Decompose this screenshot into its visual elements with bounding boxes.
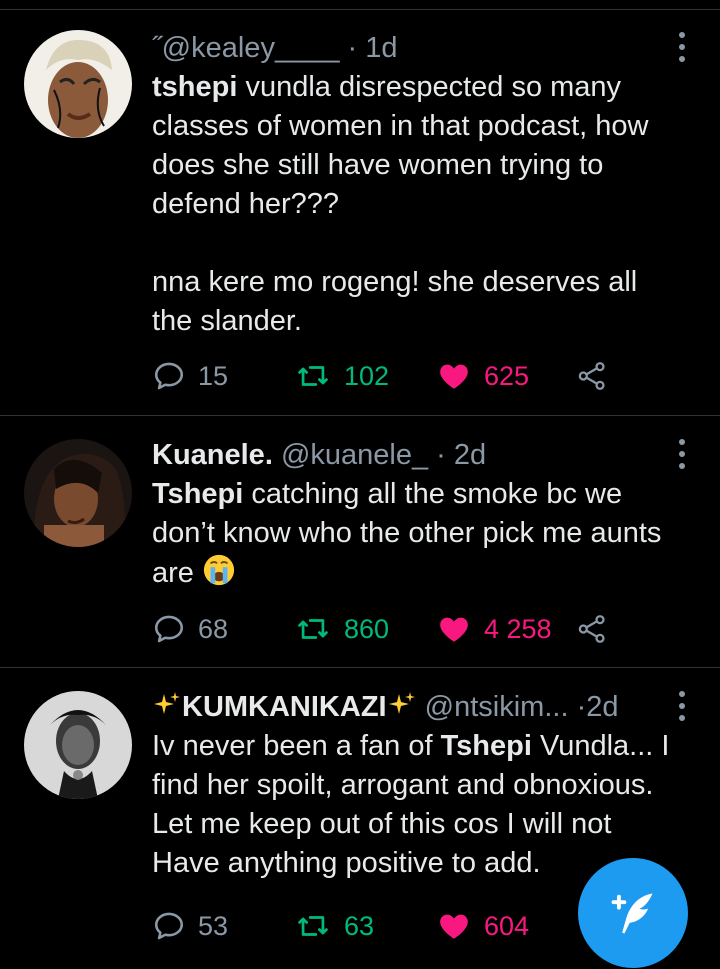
like-button[interactable]: 604 [436, 906, 529, 946]
tweet-text: Tshepi catching all the smoke bc we don’… [152, 475, 676, 593]
retweet-icon [298, 366, 328, 386]
user-handle[interactable]: @kealey____ [162, 32, 340, 64]
separator: · [576, 691, 587, 723]
sparkles-emoji [154, 692, 180, 714]
reply-count: 68 [198, 613, 229, 644]
timestamp[interactable]: 2d [454, 439, 486, 471]
like-count: 604 [484, 910, 530, 941]
sparkles-emoji [388, 692, 415, 714]
share-icon [578, 615, 605, 643]
tweet-1[interactable]: ˝@kealey____ · 1d tshepi vundla disrespe… [0, 10, 720, 416]
retweet-button[interactable]: 860 [294, 609, 389, 649]
retweet-button[interactable]: 102 [294, 356, 389, 396]
reply-button[interactable]: 53 [152, 906, 228, 946]
user-handle[interactable]: @ntsikim... [425, 691, 569, 723]
heart-icon [440, 617, 468, 642]
user-handle[interactable]: @kuanele_ [281, 439, 428, 471]
reply-icon [154, 912, 184, 940]
share-button[interactable] [576, 356, 608, 396]
heart-icon [440, 364, 468, 389]
retweet-icon [298, 916, 328, 936]
crying-face-emoji [203, 554, 235, 586]
retweet-icon [298, 619, 328, 639]
tweet-text: tshepi vundla disrespected so many class… [152, 68, 676, 341]
tweet-actions: 68 860 4 258 [152, 609, 622, 649]
separator: · [347, 32, 358, 64]
reply-button[interactable]: 15 [152, 356, 228, 396]
separator: · [436, 439, 446, 471]
display-name[interactable]: KUMKANIKAZI [182, 691, 387, 723]
tweet-header: ˝@kealey____ · 1d [152, 28, 676, 68]
tweet-text: Iv never been a fan of Tshepi Vundla... … [152, 727, 676, 883]
retweet-button[interactable]: 63 [294, 906, 374, 946]
share-button[interactable] [576, 609, 608, 649]
compose-tweet-icon [611, 893, 653, 934]
tweet-header: Kuanele. @kuanele_ · 2d [152, 435, 676, 475]
timestamp[interactable]: 2d [586, 691, 618, 723]
compose-tweet-button[interactable] [578, 858, 688, 968]
more-options-icon[interactable] [676, 32, 688, 62]
display-name[interactable]: Kuanele. [152, 439, 273, 471]
prefix-mark: ˝ [152, 32, 162, 64]
tweet-text-lead: Iv never been a fan of [152, 730, 441, 762]
reply-icon [154, 615, 184, 643]
more-options-icon[interactable] [676, 439, 688, 469]
avatar[interactable] [24, 439, 132, 547]
tweet-actions: 53 63 604 [152, 906, 622, 946]
like-button[interactable]: 4 258 [436, 609, 552, 649]
retweet-count: 860 [344, 613, 390, 644]
reply-button[interactable]: 68 [152, 609, 228, 649]
tweet-actions: 15 102 625 [152, 356, 622, 396]
like-count: 4 258 [484, 613, 552, 644]
tweet-2[interactable]: Kuanele. @kuanele_ · 2d Tshepi catching … [0, 417, 720, 668]
highlight-keyword: Tshepi [440, 730, 532, 762]
top-divider [0, 0, 720, 10]
like-count: 625 [484, 360, 530, 391]
retweet-count: 63 [344, 910, 375, 941]
reply-icon [154, 362, 184, 390]
heart-icon [440, 914, 468, 939]
highlight-keyword: tshepi [152, 71, 238, 103]
more-options-icon[interactable] [676, 691, 688, 721]
avatar[interactable] [24, 691, 132, 799]
tweet-header: KUMKANIKAZI @ntsikim... ·2d [152, 687, 676, 727]
highlight-keyword: Tshepi [152, 478, 244, 510]
retweet-count: 102 [344, 360, 390, 391]
tweet-text-paragraph-2: nna kere mo rogeng! she deserves all the… [152, 266, 638, 337]
reply-count: 15 [198, 360, 229, 391]
avatar[interactable] [24, 30, 132, 138]
share-icon [578, 362, 605, 390]
reply-count: 53 [198, 910, 229, 941]
timestamp[interactable]: 1d [365, 32, 397, 64]
like-button[interactable]: 625 [436, 356, 529, 396]
